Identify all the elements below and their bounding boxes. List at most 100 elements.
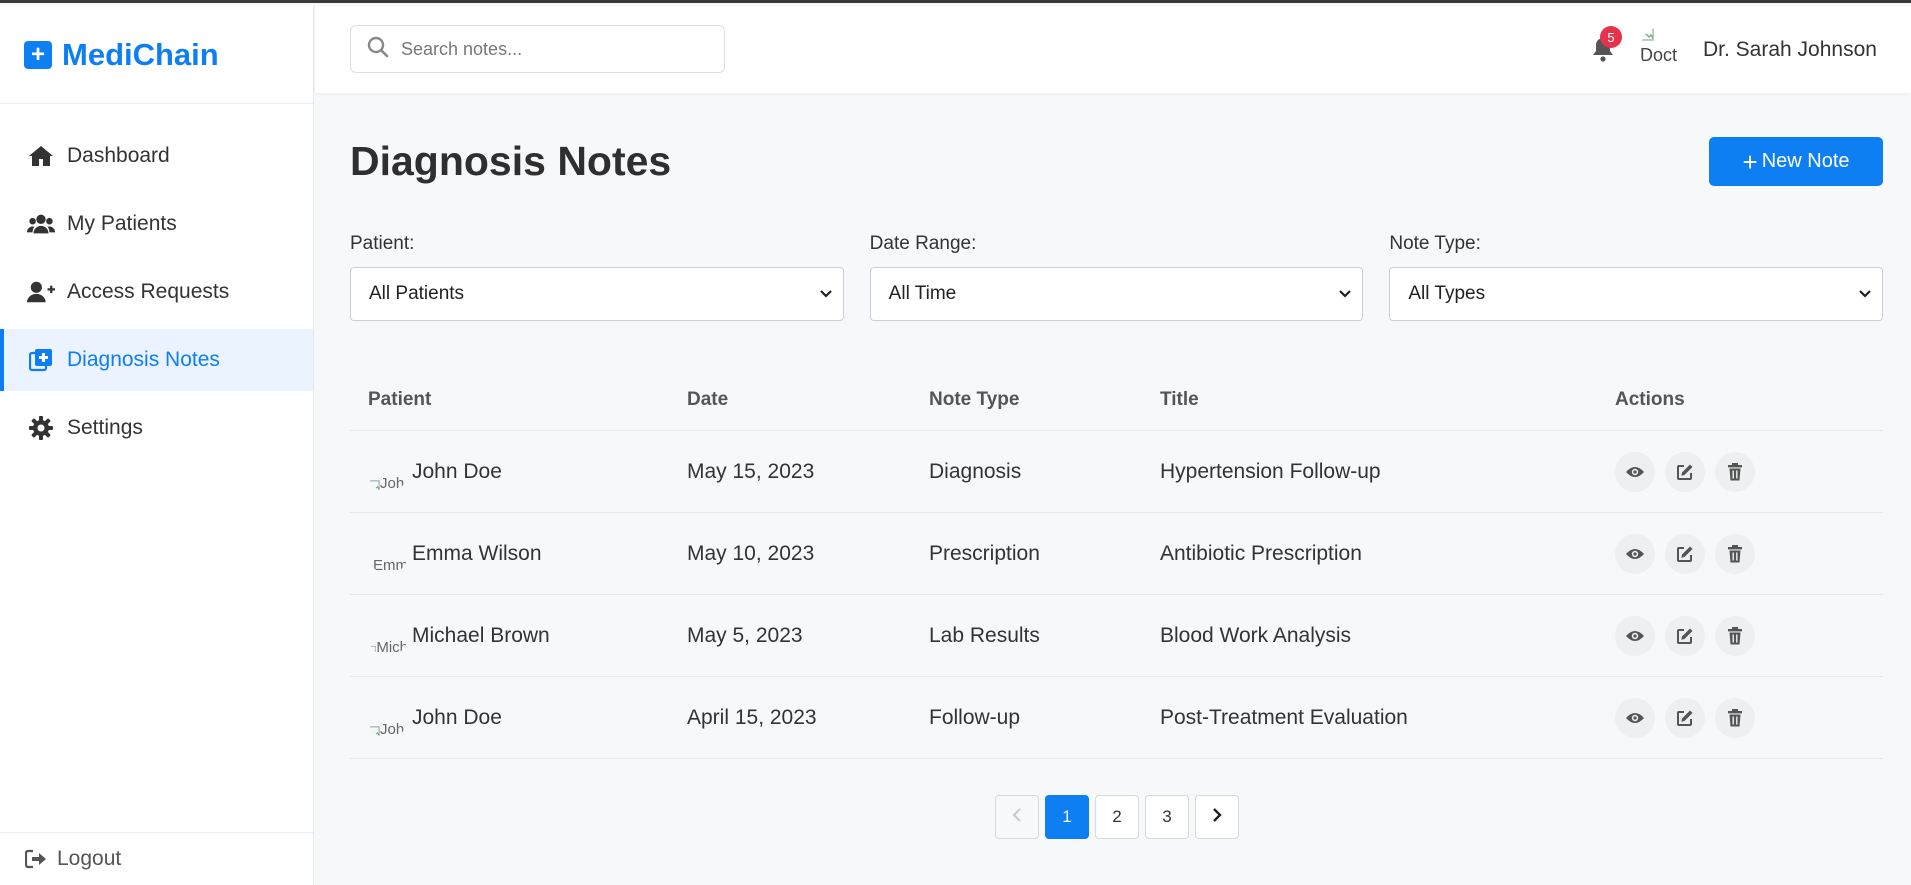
title-cell: Hypertension Follow-up — [1160, 459, 1381, 483]
page-button-3[interactable]: 3 — [1145, 795, 1189, 839]
broken-image-icon — [1640, 27, 1654, 41]
edit-button[interactable] — [1665, 615, 1705, 656]
avatar[interactable]: Doct — [1640, 26, 1688, 74]
patient-avatar: Emm — [368, 533, 408, 574]
title-cell: Blood Work Analysis — [1160, 623, 1352, 647]
filters: Patient: All Patients Date Range: All Ti… — [350, 233, 1884, 321]
edit-icon — [1676, 709, 1694, 727]
avatar-alt-text: Doct — [1640, 44, 1678, 65]
note-type-cell: Follow-up — [929, 705, 1021, 729]
table-header: Patient Date Note Type Title Actions — [350, 370, 1883, 431]
page-title: Diagnosis Notes — [350, 138, 672, 184]
note-type-filter: Note Type: All Types — [1389, 233, 1884, 321]
table-row[interactable]: Mich Michael Brown May 5, 2023 Lab Results B… — [350, 595, 1883, 677]
filter-label: Patient: — [350, 233, 415, 254]
new-note-label: New Note — [1761, 150, 1850, 172]
avatar-alt-text: Mich — [376, 638, 408, 656]
note-type-cell: Prescription — [929, 541, 1040, 565]
sidebar-item-label: Settings — [67, 416, 143, 439]
avatar-alt-text: Joh — [380, 474, 405, 492]
view-button[interactable] — [1615, 451, 1655, 492]
delete-button[interactable] — [1715, 615, 1755, 656]
sidebar-item-dashboard[interactable]: Dashboard — [0, 125, 313, 187]
actions-cell — [1615, 533, 1883, 574]
top-bar: 5 Doct Dr. Sarah Johnson — [315, 6, 1911, 93]
view-button[interactable] — [1615, 533, 1655, 574]
sign-out-icon — [25, 849, 47, 869]
patient-avatar: Joh — [368, 451, 408, 492]
eye-icon — [1625, 465, 1645, 479]
notes-table: Patient Date Note Type Title Actions Joh… — [350, 370, 1883, 759]
table-row[interactable]: Emm Emma Wilson May 10, 2023 Prescription An… — [350, 513, 1883, 595]
actions-cell — [1615, 615, 1883, 656]
sidebar-item-my-patients[interactable]: My Patients — [0, 193, 313, 255]
edit-icon — [1676, 545, 1694, 563]
column-header-patient[interactable]: Patient — [350, 389, 687, 411]
trash-icon — [1727, 544, 1743, 563]
patient-avatar: Mich — [368, 615, 408, 656]
note-type-select[interactable]: All Types — [1389, 267, 1884, 321]
home-icon — [27, 142, 55, 170]
column-header-note-type[interactable]: Note Type — [929, 389, 1160, 411]
eye-icon — [1625, 711, 1645, 725]
view-button[interactable] — [1615, 615, 1655, 656]
patient-name: Michael Brown — [412, 623, 550, 647]
page-button-2[interactable]: 2 — [1095, 795, 1139, 839]
edit-button[interactable] — [1665, 697, 1705, 738]
next-page-button[interactable] — [1195, 795, 1239, 839]
patient-cell: Mich Michael Brown — [350, 615, 687, 656]
new-note-button[interactable]: + New Note — [1709, 137, 1883, 186]
page-button-1[interactable]: 1 — [1045, 795, 1089, 839]
title-cell: Post-Treatment Evaluation — [1160, 705, 1408, 729]
search-icon — [367, 36, 389, 63]
chevron-down-icon — [1338, 283, 1352, 305]
date-cell: April 15, 2023 — [687, 705, 817, 729]
delete-button[interactable] — [1715, 451, 1755, 492]
select-value: All Types — [1408, 283, 1486, 304]
logout-label: Logout — [57, 847, 122, 870]
date-range-select[interactable]: All Time — [869, 267, 1364, 321]
column-header-actions: Actions — [1615, 389, 1685, 410]
column-header-date[interactable]: Date — [687, 389, 929, 411]
users-icon — [27, 210, 55, 238]
edit-button[interactable] — [1665, 451, 1705, 492]
filter-label: Date Range: — [869, 233, 977, 254]
actions-cell — [1615, 697, 1883, 738]
sidebar-item-settings[interactable]: Settings — [0, 397, 313, 459]
sidebar-item-access-requests[interactable]: Access Requests — [0, 261, 313, 323]
trash-icon — [1727, 462, 1743, 481]
patient-name: John Doe — [412, 459, 502, 483]
table-row[interactable]: Joh John Doe May 15, 2023 Diagnosis Hyperten… — [350, 431, 1883, 513]
pagination: 1 2 3 — [995, 795, 1239, 839]
note-type-cell: Lab Results — [929, 623, 1040, 647]
user-name[interactable]: Dr. Sarah Johnson — [1703, 38, 1877, 62]
sidebar-item-label: Dashboard — [67, 144, 170, 167]
patient-cell: Joh John Doe — [350, 451, 687, 492]
sidebar-item-diagnosis-notes[interactable]: Diagnosis Notes — [0, 329, 313, 391]
search-input[interactable] — [401, 38, 701, 60]
brand-logo[interactable]: + MediChain — [0, 6, 313, 104]
logout-button[interactable]: Logout — [0, 832, 313, 885]
sidebar: + MediChain Dashboard My Patients Access… — [0, 6, 314, 885]
brand-name: MediChain — [62, 36, 219, 72]
patient-select[interactable]: All Patients — [350, 267, 844, 321]
view-button[interactable] — [1615, 697, 1655, 738]
patient-cell: Joh John Doe — [350, 697, 687, 738]
filter-label: Note Type: — [1389, 233, 1481, 254]
notes-medical-icon — [27, 346, 55, 374]
edit-icon — [1676, 463, 1694, 481]
user-plus-icon — [27, 278, 55, 306]
trash-icon — [1727, 626, 1743, 645]
column-header-title[interactable]: Title — [1160, 389, 1615, 411]
date-cell: May 15, 2023 — [687, 459, 815, 483]
delete-button[interactable] — [1715, 697, 1755, 738]
avatar-alt-text: Joh — [380, 720, 405, 738]
eye-icon — [1625, 547, 1645, 561]
sidebar-item-label: My Patients — [67, 212, 177, 235]
edit-button[interactable] — [1665, 533, 1705, 574]
table-row[interactable]: Joh John Doe April 15, 2023 Follow-up Post-T… — [350, 677, 1883, 759]
prev-page-button[interactable] — [995, 795, 1039, 839]
delete-button[interactable] — [1715, 533, 1755, 574]
note-type-cell: Diagnosis — [929, 459, 1022, 483]
patient-cell: Emm Emma Wilson — [350, 533, 687, 574]
